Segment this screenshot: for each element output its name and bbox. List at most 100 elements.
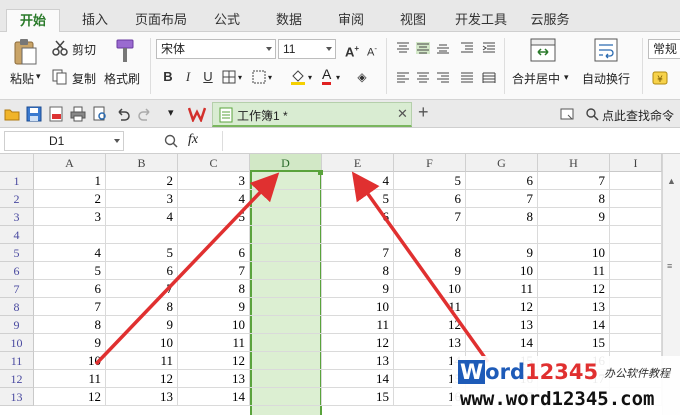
cell-f7[interactable]: 10 (394, 280, 466, 298)
cell-g2[interactable]: 7 (466, 190, 538, 208)
search-icon[interactable] (586, 108, 599, 121)
cell-b11[interactable]: 11 (106, 352, 178, 370)
command-search[interactable]: 点此查找命令 (602, 107, 674, 124)
fill-color-icon[interactable] (290, 68, 306, 86)
cell-e1[interactable]: 4 (322, 172, 394, 190)
close-tab-icon[interactable]: ✕ (397, 106, 408, 122)
fill-pattern-dropdown-icon[interactable]: ▾ (268, 73, 272, 82)
select-all-corner[interactable] (0, 154, 34, 172)
cell-b6[interactable]: 6 (106, 262, 178, 280)
row-header-5[interactable]: 5 (0, 244, 34, 262)
fill-pattern-icon[interactable] (252, 70, 266, 84)
scroll-up-icon[interactable]: ▲ (667, 176, 676, 186)
column-header-c[interactable]: C (178, 154, 250, 172)
cell-g3[interactable]: 8 (466, 208, 538, 226)
cell-c7[interactable]: 8 (178, 280, 250, 298)
cell-g8[interactable]: 12 (466, 298, 538, 316)
cell-b8[interactable]: 8 (106, 298, 178, 316)
cell-a7[interactable]: 6 (34, 280, 106, 298)
cell-d2[interactable] (250, 190, 322, 208)
window-mode-icon[interactable] (560, 108, 574, 120)
cell-i3[interactable] (610, 208, 662, 226)
align-center-icon[interactable] (416, 72, 430, 84)
paste-dropdown-icon[interactable]: ▾ (36, 71, 41, 82)
cell-c5[interactable]: 6 (178, 244, 250, 262)
row-header-7[interactable]: 7 (0, 280, 34, 298)
cell-c12[interactable]: 13 (178, 370, 250, 388)
column-header-d[interactable]: D (250, 154, 322, 172)
cell-f9[interactable]: 12 (394, 316, 466, 334)
scroll-thumb[interactable]: ≡ (667, 262, 677, 278)
cell-i10[interactable] (610, 334, 662, 352)
cell-d8[interactable] (250, 298, 322, 316)
border-dropdown-icon[interactable]: ▾ (238, 73, 242, 82)
merge-center-button[interactable]: 合并居中 (512, 70, 560, 87)
cell-e3[interactable]: 6 (322, 208, 394, 226)
row-header-1[interactable]: 1 (0, 172, 34, 190)
cell-i1[interactable] (610, 172, 662, 190)
tab-review[interactable]: 审阅 (328, 9, 374, 32)
cell-f8[interactable]: 11 (394, 298, 466, 316)
border-icon[interactable] (222, 70, 236, 84)
cell-c8[interactable]: 9 (178, 298, 250, 316)
cell-f3[interactable]: 7 (394, 208, 466, 226)
cell-a13[interactable]: 12 (34, 388, 106, 406)
save-icon[interactable] (26, 106, 42, 122)
tab-view[interactable]: 视图 (390, 9, 436, 32)
paste-button[interactable]: 粘贴 (10, 70, 34, 87)
currency-icon[interactable]: ¥ (652, 70, 668, 86)
cell-c3[interactable]: 5 (178, 208, 250, 226)
tab-data[interactable]: 数据 (264, 9, 314, 32)
cell-e10[interactable]: 12 (322, 334, 394, 352)
cell-e2[interactable]: 5 (322, 190, 394, 208)
clear-format-icon[interactable]: ◈ (352, 67, 372, 87)
cell-d4[interactable] (250, 226, 322, 244)
cell-d11[interactable] (250, 352, 322, 370)
cell-a3[interactable]: 3 (34, 208, 106, 226)
cell-e8[interactable]: 10 (322, 298, 394, 316)
distribute-icon[interactable] (482, 72, 496, 84)
document-tab[interactable]: 工作簿1 * ✕ (212, 102, 412, 127)
copy-icon[interactable] (52, 69, 68, 85)
font-size-dropdown[interactable]: 11 (278, 39, 336, 59)
insert-function-button[interactable]: fx (188, 132, 198, 148)
undo-icon[interactable] (116, 107, 130, 121)
row-header-12[interactable]: 12 (0, 370, 34, 388)
cell-a10[interactable]: 9 (34, 334, 106, 352)
column-header-h[interactable]: H (538, 154, 610, 172)
cell-h1[interactable]: 7 (538, 172, 610, 190)
copy-button[interactable]: 复制 (72, 70, 96, 87)
zoom-search-icon[interactable] (164, 134, 178, 148)
cell-i9[interactable] (610, 316, 662, 334)
cell-b2[interactable]: 3 (106, 190, 178, 208)
cell-b1[interactable]: 2 (106, 172, 178, 190)
cell-h2[interactable]: 8 (538, 190, 610, 208)
cell-i7[interactable] (610, 280, 662, 298)
cell-e4[interactable] (322, 226, 394, 244)
cell-c9[interactable]: 10 (178, 316, 250, 334)
new-tab-icon[interactable]: + (418, 102, 429, 123)
row-header-6[interactable]: 6 (0, 262, 34, 280)
cell-i5[interactable] (610, 244, 662, 262)
orientation-icon[interactable] (460, 42, 474, 54)
cell-a1[interactable]: 1 (34, 172, 106, 190)
row-header-3[interactable]: 3 (0, 208, 34, 226)
align-right-icon[interactable] (436, 72, 450, 84)
align-middle-icon[interactable] (416, 42, 430, 54)
cell-c11[interactable]: 12 (178, 352, 250, 370)
italic-button[interactable]: I (178, 67, 198, 87)
cell-e5[interactable]: 7 (322, 244, 394, 262)
wrap-text-button[interactable]: 自动换行 (582, 70, 630, 87)
cell-h7[interactable]: 12 (538, 280, 610, 298)
tab-formulas[interactable]: 公式 (204, 9, 250, 32)
number-format-dropdown[interactable]: 常规 (648, 39, 680, 59)
decrease-font-icon[interactable]: A- (362, 39, 382, 59)
cell-i6[interactable] (610, 262, 662, 280)
cell-f5[interactable]: 8 (394, 244, 466, 262)
cell-f10[interactable]: 13 (394, 334, 466, 352)
indent-icon[interactable] (482, 42, 496, 54)
font-color-dropdown-icon[interactable]: ▾ (336, 73, 340, 82)
cell-b13[interactable]: 13 (106, 388, 178, 406)
cell-a5[interactable]: 4 (34, 244, 106, 262)
cell-e9[interactable]: 11 (322, 316, 394, 334)
